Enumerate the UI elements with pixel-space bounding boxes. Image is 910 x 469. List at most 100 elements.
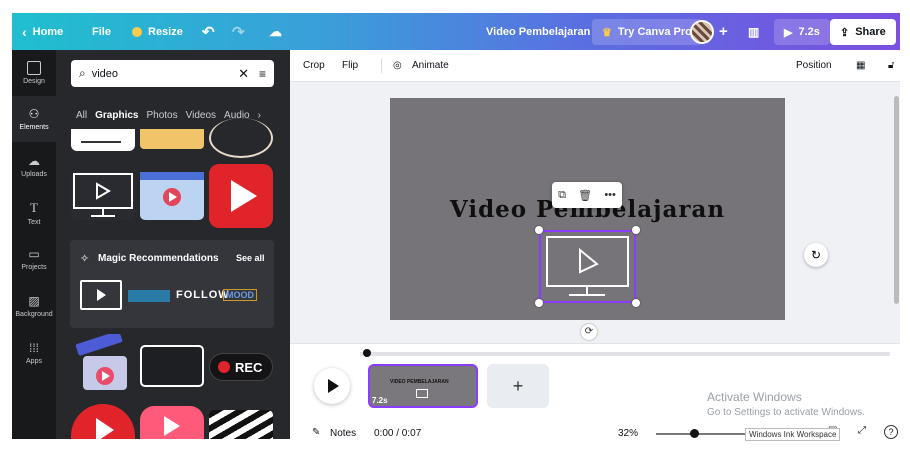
try-canva-pro-button[interactable]: ♛ Try Canva Pro — [592, 19, 702, 45]
divider — [381, 59, 382, 73]
round-play-graphic[interactable] — [71, 404, 135, 439]
video-bar-graphic[interactable] — [128, 290, 170, 302]
resize-handle[interactable] — [535, 299, 543, 307]
insights-icon[interactable]: ▥ — [748, 13, 759, 50]
play-cursor-graphic[interactable] — [140, 406, 204, 439]
document-title[interactable]: Video Pembelajaran — [486, 13, 590, 50]
position-button[interactable]: Position — [796, 60, 832, 71]
background-icon: ▨ — [28, 294, 40, 308]
avatar[interactable] — [690, 13, 714, 50]
clip-duration: 7.2s — [372, 396, 388, 405]
top-bar: ‹ Home File Resize ↶ ↷ ☁ Video Pembelaja… — [12, 13, 900, 50]
clapper-graphic[interactable] — [209, 410, 273, 439]
play-preview-button[interactable]: ▶ 7.2s — [774, 19, 830, 45]
folder-icon: ▭ — [28, 247, 40, 261]
cloud-saved-icon[interactable]: ☁ — [269, 13, 282, 50]
refresh-page-button[interactable]: ↻ — [804, 243, 828, 267]
timeline-clip[interactable]: VIDEO PEMBELAJARAN 7.2s — [368, 364, 478, 408]
chevron-right-icon[interactable]: › — [258, 110, 261, 121]
design-icon — [27, 61, 41, 75]
flip-button[interactable]: Flip — [342, 60, 358, 71]
editor-area: Crop Flip ◎ Animate Position ▦ 🔓︎ Video … — [290, 50, 900, 439]
sparkle-icon: ✧ — [80, 253, 90, 265]
screen-graphic[interactable] — [140, 345, 204, 387]
resize-handle[interactable] — [632, 299, 640, 307]
fullscreen-icon[interactable]: ⤢ — [858, 425, 866, 436]
side-rail: Design ⚇ Elements ☁ Uploads T Text ▭ Pro… — [12, 50, 56, 439]
zoom-value[interactable]: 32% — [618, 428, 638, 439]
graphic-item[interactable] — [71, 129, 135, 151]
tab-graphics[interactable]: Graphics — [95, 110, 138, 121]
rail-item-text[interactable]: T Text — [12, 190, 56, 236]
rec-graphic[interactable]: REC — [209, 353, 273, 381]
home-button[interactable]: ‹ Home — [22, 13, 63, 50]
animate-icon[interactable]: ◎ — [393, 60, 402, 71]
ink-workspace-tooltip: Windows Ink Workspace — [745, 428, 841, 441]
browser-video-graphic[interactable] — [140, 172, 204, 220]
resize-button[interactable]: Resize — [132, 13, 183, 50]
rail-item-elements[interactable]: ⚇ Elements — [12, 96, 56, 142]
help-icon[interactable]: ? — [884, 425, 898, 439]
mood-text-graphic[interactable]: MOOD — [223, 289, 257, 301]
upload-icon: ☁ — [28, 154, 40, 168]
play-button[interactable] — [314, 368, 350, 404]
text-icon: T — [30, 200, 38, 215]
rail-item-projects[interactable]: ▭ Projects — [12, 236, 56, 282]
clapperboard-graphic[interactable] — [71, 330, 135, 398]
elements-panel: ⌕ video ✕ ≡ All Graphics Photos Videos A… — [56, 50, 290, 439]
monitor-graphic[interactable] — [80, 280, 122, 310]
vertical-scrollbar[interactable] — [894, 96, 899, 304]
search-input[interactable]: ⌕ video ✕ ≡ — [71, 60, 274, 87]
canva-editor: ‹ Home File Resize ↶ ↷ ☁ Video Pembelaja… — [12, 13, 900, 439]
zoom-slider-thumb[interactable] — [690, 429, 699, 438]
tab-all[interactable]: All — [76, 110, 87, 121]
notes-button[interactable]: Notes — [330, 428, 356, 439]
filter-icon[interactable]: ≡ — [259, 67, 266, 81]
rotate-handle[interactable]: ⟳ — [581, 324, 597, 340]
crop-button[interactable]: Crop — [303, 60, 325, 71]
magic-recommendations: ✧ Magic Recommendations See all FOLLOW M… — [70, 240, 274, 328]
duplicate-icon[interactable]: ⧉ — [558, 189, 566, 202]
delete-icon[interactable]: 🗑︎ — [578, 189, 592, 202]
tab-videos[interactable]: Videos — [186, 110, 216, 121]
rail-item-apps[interactable]: ⁞⁞⁞ Apps — [12, 330, 56, 376]
file-menu[interactable]: File — [92, 13, 111, 50]
notes-icon[interactable]: ✎ — [312, 427, 320, 438]
add-collaborator-icon[interactable]: + — [719, 13, 728, 50]
transparency-icon[interactable]: ▦ — [856, 60, 865, 71]
redo-icon[interactable]: ↷ — [232, 13, 245, 50]
resize-handle[interactable] — [632, 226, 640, 234]
monitor-play-graphic[interactable] — [71, 172, 135, 220]
chevron-left-icon: ‹ — [22, 23, 27, 40]
rail-item-uploads[interactable]: ☁ Uploads — [12, 143, 56, 189]
apps-icon: ⁞⁞⁞ — [28, 341, 39, 355]
graphic-item[interactable] — [209, 118, 273, 158]
resize-handle[interactable] — [535, 226, 543, 234]
play-button-graphic[interactable] — [209, 164, 273, 228]
play-icon: ▶ — [784, 26, 793, 39]
crown-icon — [132, 26, 142, 37]
share-button[interactable]: ⇪ Share — [830, 19, 896, 45]
rail-item-design[interactable]: Design — [12, 50, 56, 96]
crown-icon: ♛ — [602, 26, 612, 39]
tab-photos[interactable]: Photos — [146, 110, 177, 121]
graphic-item[interactable] — [140, 129, 204, 149]
elements-icon: ⚇ — [28, 107, 40, 121]
rail-item-background[interactable]: ▨ Background — [12, 283, 56, 329]
canvas-page[interactable]: Video Pembelajaran ⧉ 🗑︎ ••• — [390, 98, 785, 320]
playhead-marker[interactable] — [363, 349, 371, 357]
undo-icon[interactable]: ↶ — [202, 13, 215, 50]
scrubber-track[interactable] — [360, 352, 890, 356]
selected-monitor-element[interactable] — [539, 230, 636, 303]
lock-icon[interactable]: 🔓︎ — [888, 60, 894, 71]
more-icon[interactable]: ••• — [604, 189, 616, 201]
element-toolbar: ⧉ 🗑︎ ••• — [552, 182, 622, 208]
clip-thumb-icon — [416, 389, 428, 398]
clear-icon[interactable]: ✕ — [238, 66, 249, 82]
see-all-link[interactable]: See all — [236, 253, 265, 263]
follow-text-graphic[interactable]: FOLLOW — [176, 289, 230, 301]
animate-button[interactable]: Animate — [412, 60, 449, 71]
add-page-button[interactable]: + — [487, 364, 549, 408]
share-icon: ⇪ — [840, 26, 850, 39]
play-icon — [328, 379, 339, 393]
